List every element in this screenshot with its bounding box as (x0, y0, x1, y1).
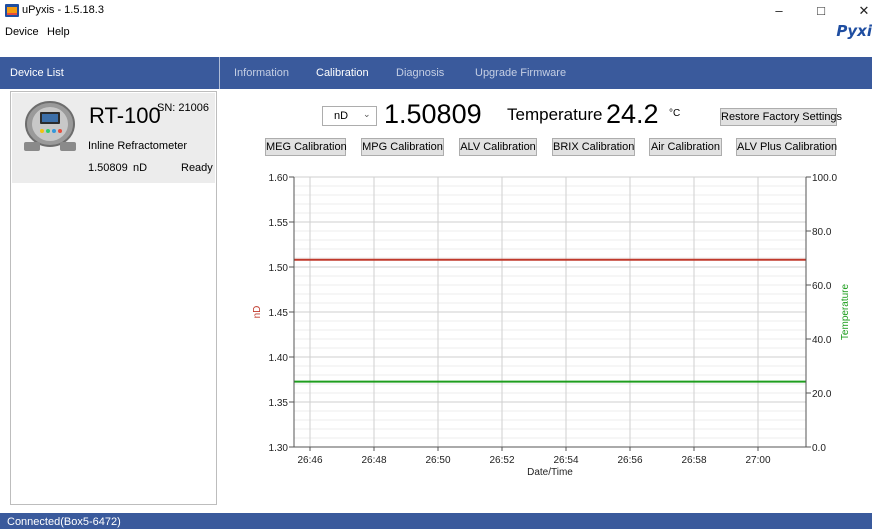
y-tick-label: 1.30 (269, 443, 289, 454)
chevron-down-icon: ⌄ (363, 109, 371, 119)
device-reading-value: 1.50809 (88, 162, 128, 174)
connection-status: Connected(Box5-6472) (7, 516, 121, 528)
y2-tick-label: 20.0 (812, 389, 832, 400)
y-tick-label: 1.40 (269, 353, 289, 364)
unit-select-value: nD (334, 110, 349, 122)
brand-logo: Pyxi (836, 22, 872, 40)
y-tick-label: 1.50 (269, 263, 289, 274)
y2-tick-label: 80.0 (812, 227, 832, 238)
window-title: uPyxis - 1.5.18.3 (22, 4, 104, 16)
close-button[interactable]: ✕ (850, 2, 872, 20)
y-tick-label: 1.45 (269, 308, 289, 319)
x-tick-label: 26:48 (361, 455, 386, 466)
brix-calibration-button[interactable]: BRIX Calibration (552, 138, 635, 156)
x-tick-label: 26:54 (553, 455, 578, 466)
air-calibration-button[interactable]: Air Calibration (649, 138, 722, 156)
device-list-title: Device List (10, 67, 64, 79)
app-icon (5, 4, 19, 17)
menu-device[interactable]: Device (5, 26, 39, 38)
refractometer-icon (24, 101, 76, 151)
header-divider (219, 57, 220, 89)
y2-tick-label: 60.0 (812, 281, 832, 292)
x-axis-label: Date/Time (527, 467, 573, 478)
temperature-unit: °C (669, 108, 681, 119)
header-strip: Device List Information Calibration Diag… (0, 57, 872, 89)
device-type: Inline Refractometer (88, 140, 188, 152)
meg-calibration-button[interactable]: MEG Calibration (265, 138, 347, 156)
device-serial: SN: 21006 (157, 102, 209, 114)
mpg-calibration-button[interactable]: MPG Calibration (361, 138, 444, 156)
y-tick-label: 1.60 (269, 173, 289, 184)
restore-factory-settings-button[interactable]: Restore Factory Settings (720, 108, 842, 126)
device-reading-unit: nD (133, 162, 148, 174)
menu-help[interactable]: Help (47, 26, 70, 38)
device-card[interactable]: RT-100 SN: 21006 Inline Refractometer 1.… (12, 93, 215, 183)
device-model: RT-100 (89, 103, 161, 128)
y-tick-label: 1.35 (269, 398, 289, 409)
y2-tick-label: 40.0 (812, 335, 832, 346)
alv-calibration-button[interactable]: ALV Calibration (459, 138, 537, 156)
alv-plus-calibration-button[interactable]: ALV Plus Calibration (736, 138, 837, 156)
y-axis-label: nD (252, 306, 263, 319)
x-tick-label: 26:56 (617, 455, 642, 466)
maximize-button[interactable]: □ (807, 2, 835, 20)
x-tick-label: 27:00 (745, 455, 770, 466)
x-tick-label: 26:50 (425, 455, 450, 466)
tab-calibration[interactable]: Calibration (316, 67, 369, 79)
x-tick-label: 26:52 (489, 455, 514, 466)
minimize-button[interactable]: – (765, 2, 793, 20)
tab-upgrade-firmware[interactable]: Upgrade Firmware (475, 67, 566, 79)
menu-bar: Device Help (0, 23, 872, 41)
temperature-label: Temperature (507, 105, 603, 124)
nd-reading: 1.50809 (384, 99, 482, 129)
y2-tick-label: 0.0 (812, 443, 826, 454)
x-tick-label: 26:46 (297, 455, 322, 466)
calibration-chart: 1.30 1.35 1.40 1.45 1.50 1.55 1.60 0.0 20.0 40.0 6… (252, 173, 851, 478)
y-tick-label: 1.55 (269, 218, 289, 229)
device-list: RT-100 SN: 21006 Inline Refractometer 1.… (10, 91, 217, 505)
temperature-reading: 24.2 (606, 99, 659, 129)
status-bar: Connected(Box5-6472) (0, 513, 872, 529)
tab-information[interactable]: Information (234, 67, 289, 79)
title-bar: uPyxis - 1.5.18.3 – □ ✕ (0, 0, 872, 22)
x-tick-label: 26:58 (681, 455, 706, 466)
device-status: Ready (181, 162, 213, 174)
y2-axis-label: Temperature (840, 283, 851, 340)
tab-diagnosis[interactable]: Diagnosis (396, 67, 444, 79)
unit-select[interactable]: nD ⌄ (322, 106, 377, 126)
y2-tick-label: 100.0 (812, 173, 837, 184)
